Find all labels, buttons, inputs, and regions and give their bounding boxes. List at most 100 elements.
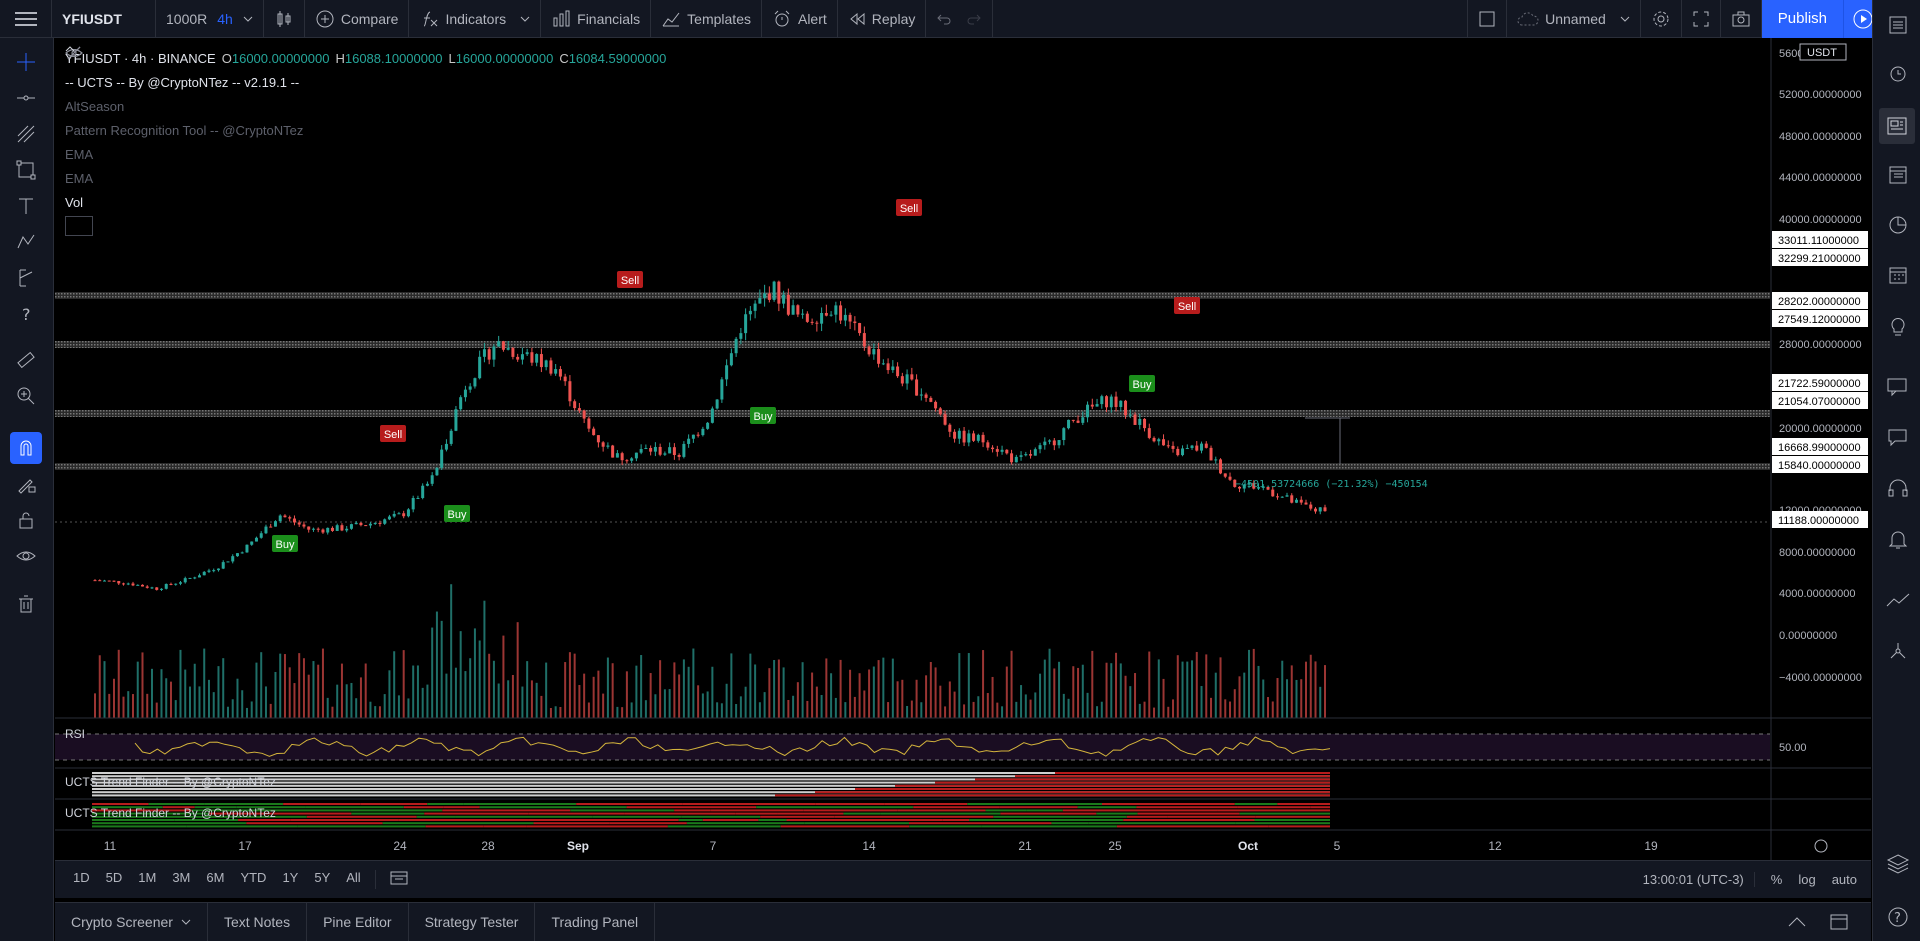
chevron-up-icon[interactable] xyxy=(1787,916,1807,928)
tab-trading-panel[interactable]: Trading Panel xyxy=(535,902,656,941)
prediction-tool[interactable] xyxy=(10,262,42,294)
legend-collapse-button[interactable] xyxy=(65,46,93,236)
shapes-tool[interactable] xyxy=(10,154,42,186)
log-scale-toggle[interactable]: log xyxy=(1798,872,1815,887)
candle-body xyxy=(150,587,154,589)
volume-bar xyxy=(806,700,809,718)
crosshair-tool[interactable] xyxy=(10,46,42,78)
fullscreen-button[interactable] xyxy=(1682,0,1721,38)
streams-button[interactable] xyxy=(1883,422,1913,452)
percent-scale-toggle[interactable]: % xyxy=(1771,872,1783,887)
timeframe-1m[interactable]: 1M xyxy=(130,870,164,889)
timeframe-3m[interactable]: 3M xyxy=(164,870,198,889)
volume-bar xyxy=(1134,673,1137,718)
data-window-button[interactable] xyxy=(1883,160,1913,190)
candle-body xyxy=(297,522,301,525)
interval-1000r[interactable]: 1000R xyxy=(166,11,207,27)
clock-label[interactable]: 13:00:01 (UTC-3) xyxy=(1643,872,1755,887)
layout-select-button[interactable] xyxy=(1467,0,1508,38)
news-button[interactable] xyxy=(1879,108,1915,144)
trend-stripe xyxy=(775,794,1330,797)
legend-indicator-ucts[interactable]: -- UCTS -- By @CryptoNTez -- v2.19.1 -- xyxy=(65,70,666,94)
magnet-tool[interactable] xyxy=(10,432,42,464)
pattern-tool[interactable] xyxy=(10,226,42,258)
alert-button[interactable]: Alert xyxy=(762,0,838,38)
help-center-button[interactable] xyxy=(1883,474,1913,504)
trend-stripe xyxy=(803,809,898,812)
candle-body xyxy=(397,513,401,515)
financials-button[interactable]: Financials xyxy=(541,0,652,38)
auto-scale-toggle[interactable]: auto xyxy=(1832,872,1857,887)
zoom-tool[interactable] xyxy=(10,380,42,412)
timeframe-1d[interactable]: 1D xyxy=(65,870,98,889)
chats-button[interactable] xyxy=(1883,372,1913,402)
timeframe-5d[interactable]: 5D xyxy=(98,870,131,889)
legend-indicator-pattern[interactable]: Pattern Recognition Tool -- @CryptoNTez xyxy=(65,46,666,142)
layout-name-button[interactable]: Unnamed xyxy=(1507,0,1641,38)
undo-icon[interactable] xyxy=(936,12,952,26)
hotlists-button[interactable] xyxy=(1883,210,1913,240)
indicators-button[interactable]: Indicators xyxy=(409,0,542,38)
timeframe-5y[interactable]: 5Y xyxy=(306,870,338,889)
candle-body xyxy=(1000,449,1004,452)
volume-bar xyxy=(117,649,120,718)
fib-tool[interactable] xyxy=(10,118,42,150)
legend-indicator-vol[interactable]: Vol xyxy=(65,190,666,214)
volume-bar xyxy=(654,694,657,718)
volume-bar xyxy=(198,686,201,718)
timeframe-6m[interactable]: 6M xyxy=(198,870,232,889)
interval-selector[interactable]: 1000R 4h xyxy=(156,0,264,38)
compare-button[interactable]: Compare xyxy=(305,0,410,38)
ideas-button[interactable] xyxy=(1883,312,1913,342)
candle-body xyxy=(991,447,995,450)
tab-crypto-screener[interactable]: Crypto Screener xyxy=(55,902,208,941)
legend-title[interactable]: YFIUSDT · 4h · BINANCE xyxy=(65,51,216,66)
volume-bar xyxy=(540,695,543,718)
publish-button[interactable]: Publish xyxy=(1761,0,1844,38)
watchlist-button[interactable] xyxy=(1883,10,1913,40)
maximize-panel-icon[interactable] xyxy=(1829,913,1849,931)
redo-icon[interactable] xyxy=(966,12,982,26)
timeframe-1y[interactable]: 1Y xyxy=(274,870,306,889)
symbol-search-button[interactable]: YFIUSDT xyxy=(52,0,156,38)
stay-drawing-tool[interactable] xyxy=(10,468,42,500)
ruler-tool[interactable] xyxy=(10,344,42,376)
interval-4h[interactable]: 4h xyxy=(217,11,233,27)
notifications-button[interactable] xyxy=(1883,524,1913,554)
help-tool[interactable]: ? xyxy=(10,298,42,330)
main-menu-button[interactable] xyxy=(0,0,52,38)
trend-stripe xyxy=(1268,825,1330,828)
calendar-button[interactable] xyxy=(1883,260,1913,290)
legend-indicator-ema-1[interactable]: EMA xyxy=(65,46,666,166)
candle-body xyxy=(748,310,752,315)
tab-text-notes[interactable]: Text Notes xyxy=(208,902,308,941)
tab-pine-editor[interactable]: Pine Editor xyxy=(307,902,409,941)
volume-bar xyxy=(445,673,448,718)
settings-button[interactable] xyxy=(1641,0,1682,38)
snapshot-button[interactable] xyxy=(1721,0,1762,38)
chart-area[interactable]: Sell Sell Sell Sell Buy Buy Buy Buy −4501.537246… xyxy=(55,38,1871,860)
trend-stripe xyxy=(735,812,778,815)
question-button[interactable]: ? xyxy=(1883,902,1913,932)
trading-button[interactable] xyxy=(1883,586,1913,616)
object-tree-button[interactable] xyxy=(1883,848,1913,878)
timeframe-all[interactable]: All xyxy=(338,870,368,889)
timeframe-ytd[interactable]: YTD xyxy=(232,870,274,889)
text-tool[interactable] xyxy=(10,190,42,222)
hide-drawings-tool[interactable] xyxy=(10,540,42,572)
goto-date-button[interactable] xyxy=(374,870,416,889)
candle-body xyxy=(786,294,790,315)
remove-drawings-tool[interactable] xyxy=(10,588,42,620)
trendline-tool[interactable] xyxy=(10,82,42,114)
legend-indicator-ema-2[interactable]: EMA xyxy=(65,46,666,190)
legend-indicator-altseason[interactable]: AltSeason xyxy=(65,46,666,118)
dom-button[interactable] xyxy=(1883,636,1913,666)
replay-button[interactable]: Replay xyxy=(838,0,927,38)
candle-body xyxy=(706,422,710,429)
tab-strategy-tester[interactable]: Strategy Tester xyxy=(409,902,536,941)
alerts-button[interactable] xyxy=(1883,58,1913,88)
templates-button[interactable]: Templates xyxy=(651,0,762,38)
lock-tool[interactable] xyxy=(10,504,42,536)
candle-body xyxy=(687,438,691,444)
chart-type-button[interactable] xyxy=(264,0,305,38)
